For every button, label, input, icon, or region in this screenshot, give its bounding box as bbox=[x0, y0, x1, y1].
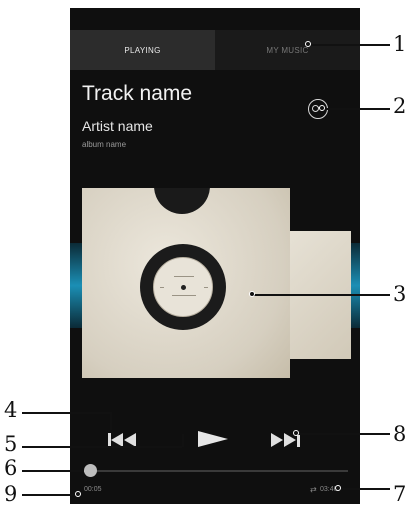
callout-line-7 bbox=[338, 488, 390, 490]
label-text-line bbox=[172, 295, 196, 296]
callout-dot-9 bbox=[75, 491, 81, 497]
callout-line-9 bbox=[22, 494, 78, 496]
callout-number-7: 7 bbox=[393, 482, 407, 506]
label-text-line bbox=[174, 276, 194, 277]
tab-my-music[interactable]: MY MUSIC bbox=[215, 30, 360, 70]
callout-line-2 bbox=[322, 108, 390, 110]
callout-line-4 bbox=[22, 412, 110, 414]
callout-number-4: 4 bbox=[4, 398, 18, 422]
album-name: album name bbox=[82, 140, 127, 149]
callout-line-1 bbox=[308, 44, 390, 46]
callout-line-3 bbox=[252, 294, 390, 296]
callout-dot-1 bbox=[305, 41, 311, 47]
callout-number-6: 6 bbox=[4, 456, 18, 480]
callout-number-1: 1 bbox=[393, 32, 407, 56]
disc-label bbox=[153, 257, 213, 317]
artist-name: Artist name bbox=[82, 118, 153, 134]
callout-line-4-drop bbox=[110, 412, 112, 430]
time-elapsed: 00:05 bbox=[84, 486, 102, 493]
vinyl-disc-icon bbox=[140, 244, 226, 330]
spindle-hole bbox=[181, 285, 186, 290]
progress-handle[interactable] bbox=[84, 464, 97, 477]
callout-number-9: 9 bbox=[4, 482, 18, 506]
play-icon[interactable] bbox=[196, 428, 230, 450]
album-art[interactable] bbox=[82, 188, 290, 378]
callout-number-5: 5 bbox=[4, 432, 18, 456]
label-mark bbox=[204, 287, 208, 288]
album-art-area[interactable] bbox=[70, 188, 360, 378]
callout-number-8: 8 bbox=[393, 422, 407, 446]
track-name: Track name bbox=[82, 82, 193, 105]
callout-dot-7 bbox=[335, 485, 341, 491]
callout-number-2: 2 bbox=[393, 94, 407, 118]
label-mark bbox=[160, 287, 164, 288]
callout-dot-8 bbox=[293, 430, 299, 436]
progress-bar[interactable] bbox=[82, 470, 348, 472]
playback-controls bbox=[70, 426, 360, 456]
tab-bar: PLAYING MY MUSIC bbox=[70, 30, 360, 70]
callout-line-8 bbox=[296, 433, 390, 435]
sleeve-notch bbox=[154, 188, 210, 214]
callout-line-6 bbox=[22, 470, 84, 472]
music-player-screen: PLAYING MY MUSIC Track name Artist name … bbox=[70, 8, 360, 504]
repeat-icon[interactable]: ⇄ bbox=[310, 485, 317, 494]
callout-line-5-rise bbox=[182, 434, 184, 447]
callout-line-5 bbox=[22, 446, 182, 448]
tab-playing[interactable]: PLAYING bbox=[70, 30, 215, 70]
callout-dot-2 bbox=[319, 105, 325, 111]
callout-number-3: 3 bbox=[393, 282, 407, 306]
callout-dot-3 bbox=[249, 291, 255, 297]
